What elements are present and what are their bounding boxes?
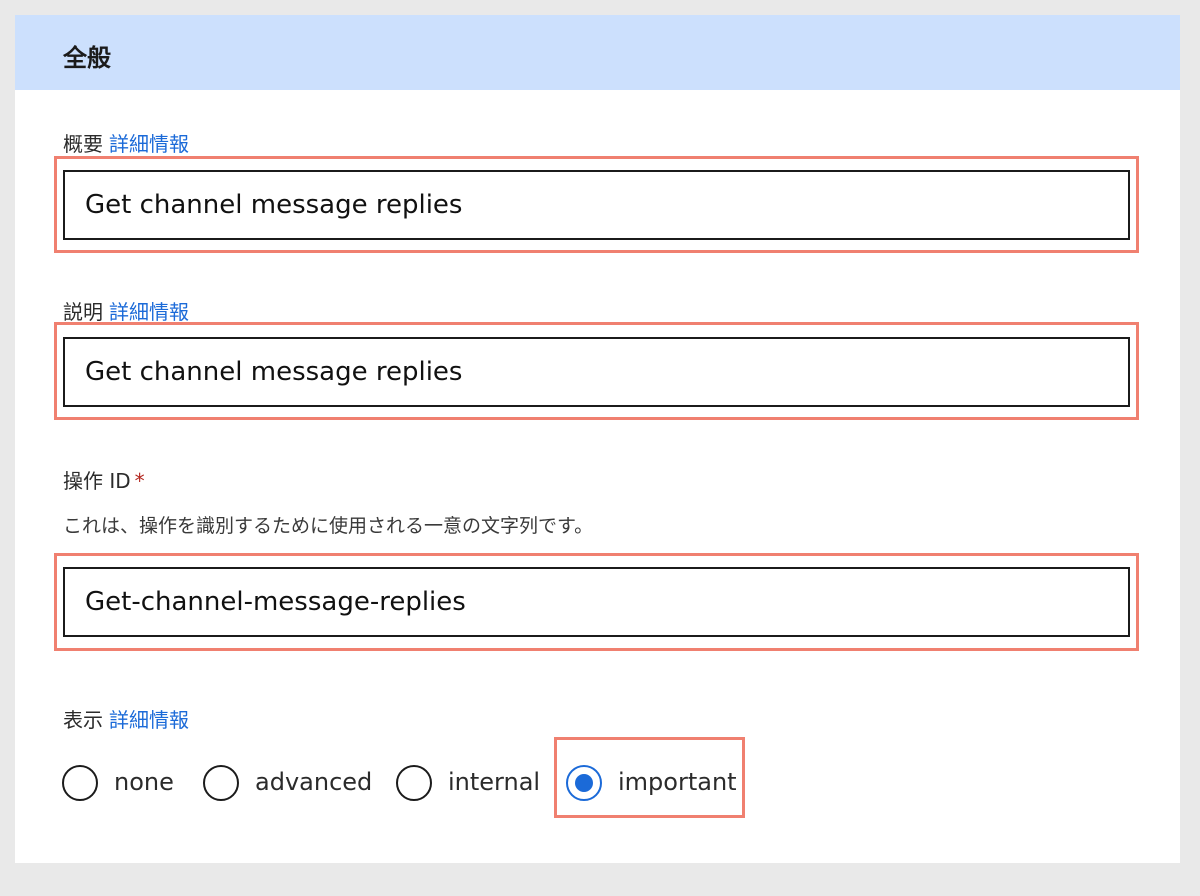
description-label: 説明 <box>63 300 103 324</box>
radio-important-circle[interactable] <box>566 765 602 801</box>
summary-learn-more-link[interactable]: 詳細情報 <box>109 132 189 156</box>
summary-label: 概要 <box>63 132 103 156</box>
radio-advanced-circle[interactable] <box>203 765 239 801</box>
required-asterisk: * <box>134 469 145 493</box>
radio-advanced-label: advanced <box>255 768 373 796</box>
radio-internal-label: internal <box>448 768 541 796</box>
radio-none-label: none <box>114 768 174 796</box>
general-panel: 全般 概要 詳細情報 Get channel message replies 説明… <box>15 15 1180 863</box>
radio-none[interactable]: none <box>62 765 182 805</box>
radio-important-label: important <box>618 768 737 796</box>
operation-id-hint: これは、操作を識別するために使用される一意の文字列です。 <box>63 515 594 537</box>
section-header: 全般 <box>15 15 1180 90</box>
summary-input[interactable]: Get channel message replies <box>63 170 1130 240</box>
summary-label-row: 概要 詳細情報 <box>63 128 189 157</box>
radio-none-circle[interactable] <box>62 765 98 801</box>
visibility-learn-more-link[interactable]: 詳細情報 <box>109 708 189 732</box>
radio-important[interactable]: important <box>566 765 741 805</box>
description-label-row: 説明 詳細情報 <box>63 296 189 325</box>
visibility-label-row: 表示 詳細情報 <box>63 704 189 733</box>
radio-advanced[interactable]: advanced <box>203 765 373 805</box>
operation-id-label: 操作 ID <box>63 469 131 493</box>
operation-id-label-row: 操作 ID * <box>63 465 145 494</box>
section-title: 全般 <box>63 44 111 72</box>
description-input[interactable]: Get channel message replies <box>63 337 1130 407</box>
radio-internal[interactable]: internal <box>396 765 546 805</box>
visibility-label: 表示 <box>63 708 103 732</box>
radio-internal-circle[interactable] <box>396 765 432 801</box>
description-learn-more-link[interactable]: 詳細情報 <box>109 300 189 324</box>
operation-id-input[interactable]: Get-channel-message-replies <box>63 567 1130 637</box>
